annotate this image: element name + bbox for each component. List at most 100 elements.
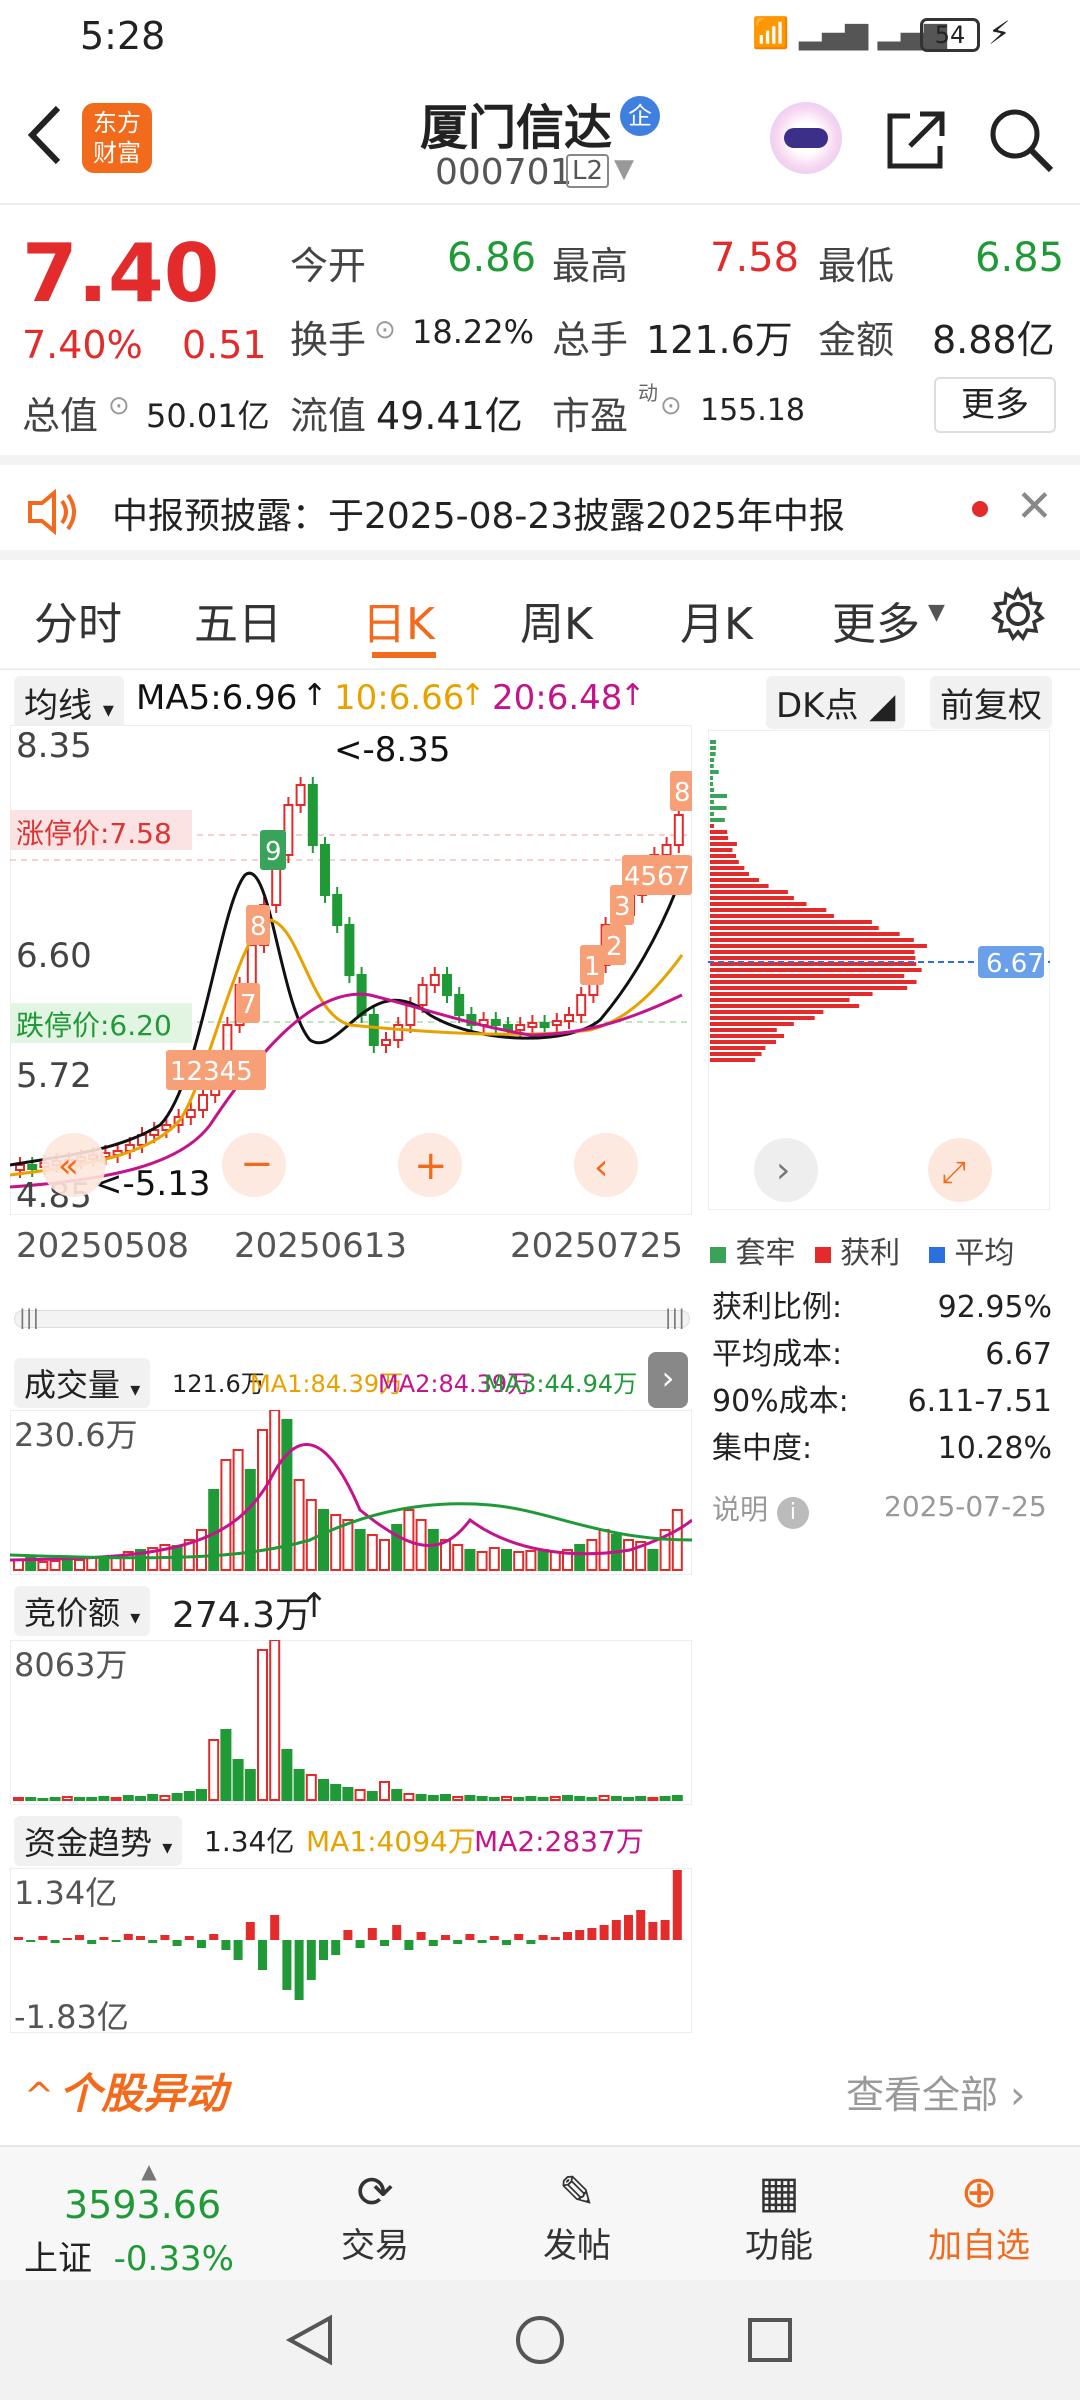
dropdown-icon[interactable]: ▼ <box>614 154 634 184</box>
ma-selector[interactable]: 均线 ▾ <box>14 676 124 729</box>
info-icon[interactable]: ⊙ <box>660 391 682 421</box>
kline-chart[interactable]: 8.35 6.60 5.72 4.85 涨停价:7.58 跌停价:6.20 <-… <box>10 725 692 1215</box>
fund-bar <box>563 1932 572 1940</box>
svg-text:−: − <box>240 1141 274 1187</box>
fund-selector[interactable]: 资金趋势 ▾ <box>14 1816 182 1866</box>
functions-button[interactable]: ▦ 功能 <box>704 2167 854 2267</box>
svg-text:2: 2 <box>606 932 623 962</box>
float-value: 49.41亿 <box>376 385 523 440</box>
chip-note-link[interactable]: 说明 i <box>712 1488 809 1529</box>
tab-weekly-k[interactable]: 周K <box>520 588 593 652</box>
auction-bar <box>343 1788 352 1800</box>
tab-more[interactable]: 更多 <box>832 588 920 652</box>
fund-bar <box>160 1935 169 1940</box>
volume-bar <box>197 1530 206 1570</box>
chip-bar <box>710 836 728 840</box>
nav-home-icon[interactable] <box>510 2310 570 2370</box>
tab-daily-k[interactable]: 日K <box>362 588 435 652</box>
auction-bar <box>575 1797 584 1800</box>
signal-icons: 📶 ▂▄▆ ▂▄▆ <box>752 16 947 51</box>
fund-trend-chart[interactable]: 1.34亿 -1.83亿 <box>10 1868 692 2033</box>
svg-text:3: 3 <box>614 892 631 922</box>
dk-point-button[interactable]: DK点 ◢ <box>766 676 905 729</box>
expand-right-icon[interactable]: › <box>776 1150 790 1191</box>
chip-bar <box>710 920 872 924</box>
nav-recents-icon[interactable] <box>740 2310 800 2370</box>
info-icon[interactable]: ⊙ <box>374 315 396 345</box>
stock-movement-section[interactable]: ^ 个股异动 <box>24 2060 227 2121</box>
chip-distribution-chart[interactable]: 6.67 › ⤢ <box>708 730 1050 1210</box>
peak-annotation: <-8.35 <box>334 730 450 770</box>
ai-assistant-icon[interactable] <box>770 102 842 174</box>
tab-five-day[interactable]: 五日 <box>194 588 282 652</box>
post-button[interactable]: ✎ 发帖 <box>502 2167 652 2267</box>
trade-button[interactable]: ⟳ 交易 <box>300 2167 450 2267</box>
tab-fenshi[interactable]: 分时 <box>34 588 122 652</box>
fund-bar <box>600 1925 609 1940</box>
fund-ymax: 1.34亿 <box>14 1874 117 1912</box>
fund-ymin: -1.83亿 <box>14 1998 129 2033</box>
auction-bar <box>221 1730 230 1800</box>
scroll-handle-left[interactable]: ||| <box>19 1305 39 1329</box>
volume-bar <box>319 1510 328 1570</box>
chip-bar <box>710 968 922 972</box>
collapse-icon[interactable]: ^ <box>24 2076 54 2117</box>
auction-bar <box>75 1798 84 1800</box>
fund-bar <box>514 1934 523 1940</box>
volume-bar <box>600 1530 609 1570</box>
volume-chart[interactable]: 230.6万 <box>10 1410 692 1575</box>
fund-bar <box>502 1940 511 1945</box>
view-all-link[interactable]: 查看全部 › <box>846 2064 1025 2119</box>
limit-up-label: 涨停价:7.58 <box>16 817 172 850</box>
expand-panel-button[interactable]: › <box>648 1352 688 1408</box>
chip-bar <box>710 782 713 786</box>
fund-bar <box>417 1932 426 1940</box>
fund-bar <box>282 1940 291 1990</box>
auction-bar <box>636 1797 645 1800</box>
chip-bar <box>710 986 907 990</box>
nav-back-icon[interactable] <box>280 2310 340 2370</box>
auction-bar <box>526 1797 535 1800</box>
ma10-arrow: ↑ <box>460 678 485 713</box>
svg-text:8: 8 <box>674 778 691 808</box>
index-widget[interactable]: ▲ 3593.66 上证 -0.33% <box>24 2159 274 2280</box>
notice-text: 中报预披露：于2025-08-23披露2025年中报 <box>112 487 845 539</box>
auction-chart[interactable]: 8063万 <box>10 1640 692 1805</box>
search-button[interactable] <box>985 104 1057 176</box>
pe-dynamic-mark: 动 <box>638 377 658 406</box>
auction-bar <box>124 1796 133 1800</box>
volume-selector[interactable]: 成交量 ▾ <box>14 1358 150 1408</box>
level-badge[interactable]: L2 <box>566 154 609 188</box>
tab-monthly-k[interactable]: 月K <box>680 588 753 652</box>
back-button[interactable] <box>20 100 70 170</box>
share-button[interactable] <box>880 106 950 176</box>
auction-bar <box>624 1798 633 1800</box>
volume-bar <box>490 1548 499 1570</box>
fund-bar <box>624 1915 633 1940</box>
chip-bar <box>710 818 725 822</box>
fund-bar <box>136 1936 145 1940</box>
stock-name: 厦门信达 <box>420 88 612 158</box>
scroll-handle-right[interactable]: ||| <box>665 1305 685 1329</box>
stock-code: 000701 <box>435 152 572 193</box>
more-button[interactable]: 更多 <box>934 377 1056 433</box>
candle <box>455 995 463 1015</box>
close-icon[interactable]: ✕ <box>1016 481 1053 532</box>
date-start: 20250508 <box>16 1226 189 1266</box>
notice-banner[interactable]: 中报预披露：于2025-08-23披露2025年中报 ✕ <box>0 455 1080 560</box>
info-icon[interactable]: ⊙ <box>108 391 130 421</box>
volume-selector-label: 成交量 <box>24 1366 120 1404</box>
fund-bar <box>234 1940 243 1960</box>
fund-bar <box>197 1940 206 1948</box>
price-adjust-button[interactable]: 前复权 <box>930 676 1052 729</box>
amount-value: 8.88亿 <box>932 309 1055 364</box>
fullscreen-icon[interactable]: ⤢ <box>942 1155 966 1190</box>
settings-gear-icon[interactable] <box>990 586 1046 642</box>
add-watchlist-button[interactable]: ⊕ 加自选 <box>904 2167 1054 2267</box>
auction-selector[interactable]: 竞价额 ▾ <box>14 1586 150 1636</box>
volume-bar <box>539 1550 548 1570</box>
fund-bar <box>587 1928 596 1940</box>
chip-bar <box>710 1040 776 1044</box>
candle <box>577 995 585 1015</box>
range-scrollbar[interactable]: ||| ||| <box>14 1310 690 1328</box>
